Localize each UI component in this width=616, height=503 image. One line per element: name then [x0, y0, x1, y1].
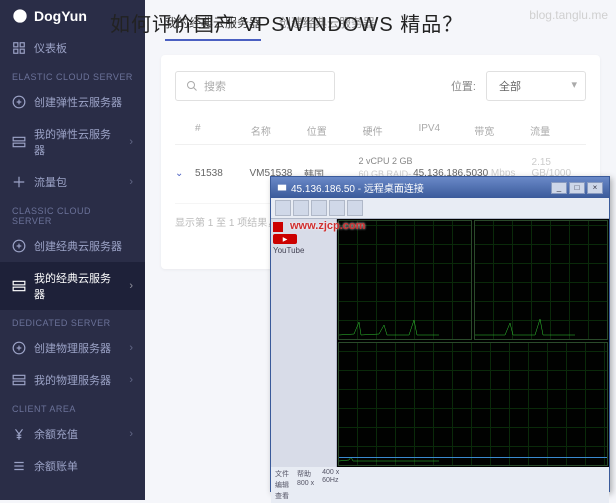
overlay-title: 如何评价国产 VPSWINDOWS 精品？	[110, 8, 463, 37]
sidebar-item-traffic[interactable]: 流量包 ›	[0, 166, 145, 198]
trace-line	[475, 317, 575, 337]
toolbar-icon[interactable]	[311, 200, 327, 216]
cell-id: 51538	[195, 168, 250, 179]
mem-plot	[474, 220, 608, 340]
sidebar-item-create-classic[interactable]: 创建经典云服务器	[0, 230, 145, 262]
status-col: 帮助800 x	[297, 469, 314, 501]
sidebar-item-label: 我的经典云服务器	[34, 270, 121, 302]
chevron-right-icon: ›	[129, 374, 133, 386]
th-loc: 位置	[307, 123, 363, 138]
chevron-right-icon: ›	[129, 136, 133, 148]
rdp-icon	[277, 183, 287, 193]
cpu-plot	[338, 220, 472, 340]
location-label: 位置:	[451, 78, 476, 94]
side-row: ▶	[273, 233, 334, 245]
trace-line-2	[339, 457, 607, 465]
sidebar-item-label: 创建物理服务器	[34, 340, 111, 356]
sidebar-item-label: 创建经典云服务器	[34, 238, 122, 254]
window-caption-buttons: _ □ ×	[551, 182, 603, 194]
status-col: 文件编辑查看	[275, 469, 289, 501]
minimize-button[interactable]: _	[551, 182, 567, 194]
chevron-right-icon: ›	[129, 342, 133, 354]
red-watermark: www.zjcp.com	[290, 220, 365, 232]
toolbar-icon[interactable]	[347, 200, 363, 216]
sidebar-item-label: 余额充值	[34, 426, 78, 442]
th-ip: IPV4	[418, 123, 474, 138]
table-header: # 名称 位置 硬件 IPV4 带宽 流量	[175, 117, 586, 145]
window-body: ▶ YouTube	[271, 219, 609, 467]
sidebar-item-my-dedicated[interactable]: 我的物理服务器 ›	[0, 364, 145, 396]
sidebar-item-billing[interactable]: 余额账单	[0, 450, 145, 482]
window-toolbar	[271, 198, 609, 219]
sidebar-item-label: 我的物理服务器	[34, 372, 111, 388]
window-statusbar: 文件编辑查看 帮助800 x 400 x60Hz	[271, 467, 609, 503]
th-bw: 带宽	[474, 123, 530, 138]
side-row: YouTube	[273, 245, 334, 256]
sidebar-item-label: 余额账单	[34, 458, 78, 474]
sidebar-section: CLASSIC CLOUD SERVER	[0, 198, 145, 230]
search-icon	[186, 80, 198, 92]
trace-line	[339, 317, 439, 337]
sidebar-item-label: 创建弹性云服务器	[34, 94, 122, 110]
list-icon	[12, 459, 26, 473]
sidebar: DogYun 仪表板 ELASTIC CLOUD SERVER 创建弹性云服务器…	[0, 0, 145, 500]
sidebar-item-my-elastic[interactable]: 我的弹性云服务器 ›	[0, 118, 145, 166]
plus-icon	[12, 341, 26, 355]
logo-icon	[12, 8, 28, 24]
server-icon	[12, 373, 26, 387]
th-expand	[175, 123, 195, 138]
location-select[interactable]: 全部	[486, 71, 586, 101]
th-hw: 硬件	[363, 123, 419, 138]
performance-plots	[337, 219, 609, 467]
maximize-button[interactable]: □	[569, 182, 585, 194]
logo-text: DogYun	[34, 8, 87, 24]
sidebar-section: DEDICATED SERVER	[0, 310, 145, 332]
spec-cpu: 2 vCPU 2 GB	[359, 155, 414, 168]
window-title: 45.136.186.50 - 远程桌面连接	[291, 180, 424, 195]
network-plot	[338, 342, 608, 466]
plus-icon	[12, 95, 26, 109]
sidebar-item-create-dedicated[interactable]: 创建物理服务器 ›	[0, 332, 145, 364]
expand-toggle[interactable]: ⌄	[175, 168, 195, 179]
sidebar-section: ELASTIC CLOUD SERVER	[0, 64, 145, 86]
sidebar-item-balance[interactable]: 余额充值 ›	[0, 418, 145, 450]
sidebar-item-label: 我的弹性云服务器	[34, 126, 121, 158]
th-id: #	[195, 123, 251, 138]
color-swatch	[273, 222, 283, 232]
close-button[interactable]: ×	[587, 182, 603, 194]
plus-icon	[12, 239, 26, 253]
chevron-right-icon: ›	[129, 280, 133, 292]
sidebar-item-label: 仪表板	[34, 40, 67, 56]
th-traf: 流量	[530, 123, 586, 138]
th-name: 名称	[251, 123, 307, 138]
blog-watermark: blog.tanglu.me	[529, 8, 608, 22]
sidebar-section: CLIENT AREA	[0, 396, 145, 418]
yen-icon	[12, 427, 26, 441]
filter-bar: 搜索 位置: 全部	[175, 71, 586, 101]
status-col: 400 x60Hz	[322, 469, 339, 501]
sidebar-item-create-elastic[interactable]: 创建弹性云服务器	[0, 86, 145, 118]
toolbar-icon[interactable]	[293, 200, 309, 216]
toolbar-icon[interactable]	[275, 200, 291, 216]
chevron-right-icon: ›	[129, 176, 133, 188]
sidebar-item-my-classic[interactable]: 我的经典云服务器 ›	[0, 262, 145, 310]
sidebar-item-label: 流量包	[34, 174, 67, 190]
server-icon	[12, 135, 26, 149]
traffic-icon	[12, 175, 26, 189]
server-icon	[12, 279, 26, 293]
youtube-icon: ▶	[273, 234, 297, 244]
dashboard-icon	[12, 41, 26, 55]
search-placeholder: 搜索	[204, 78, 226, 94]
chevron-right-icon: ›	[129, 428, 133, 440]
search-input[interactable]: 搜索	[175, 71, 335, 101]
toolbar-icon[interactable]	[329, 200, 345, 216]
remote-sidebar: ▶ YouTube	[271, 219, 337, 467]
window-titlebar[interactable]: 45.136.186.50 - 远程桌面连接 _ □ ×	[271, 177, 609, 198]
